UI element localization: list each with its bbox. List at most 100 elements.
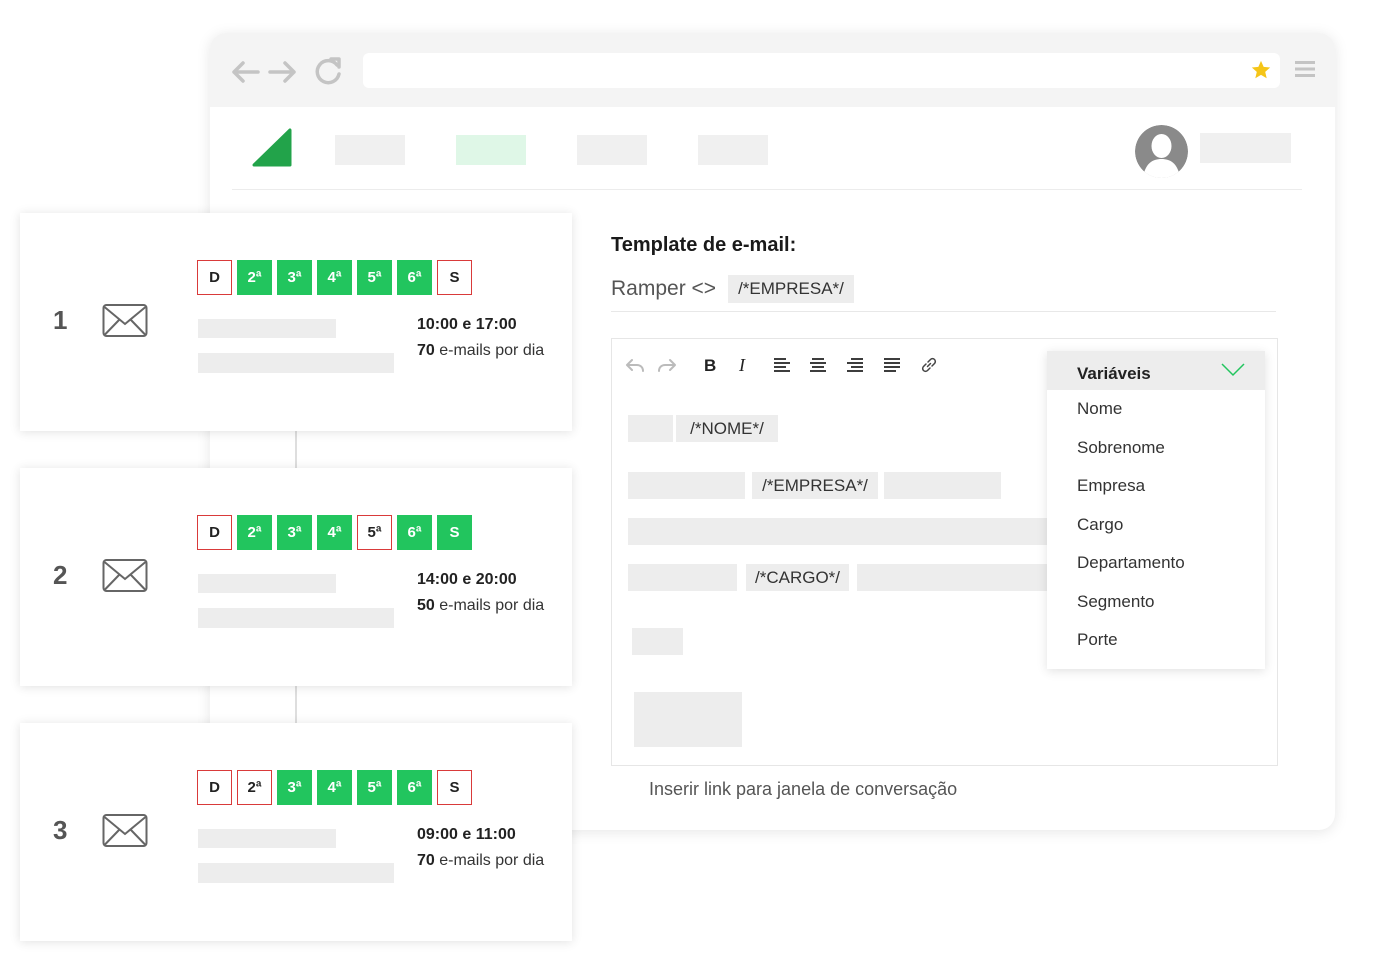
day-toggle[interactable]: 3ª bbox=[277, 770, 312, 805]
template-title: Template de e-mail: bbox=[611, 234, 797, 256]
day-toggle[interactable]: 2ª bbox=[237, 770, 272, 805]
hamburger-menu-icon[interactable] bbox=[1295, 59, 1315, 79]
cadence-step-card[interactable]: 3 D 2ª 3ª 4ª 5ª 6ª S 09:00 e 11:00 70 e-… bbox=[20, 723, 572, 941]
text-placeholder bbox=[884, 472, 1001, 499]
day-toggle[interactable]: 5ª bbox=[357, 260, 392, 295]
forward-arrow-icon[interactable] bbox=[266, 55, 300, 89]
envelope-icon bbox=[102, 559, 148, 592]
svg-text:I: I bbox=[738, 355, 746, 375]
nav-item-placeholder[interactable] bbox=[577, 135, 647, 165]
day-toggle[interactable]: S bbox=[437, 515, 472, 550]
bookmark-star-icon[interactable] bbox=[1250, 59, 1272, 81]
variable-option-segmento[interactable]: Segmento bbox=[1047, 583, 1265, 622]
italic-icon[interactable]: I bbox=[734, 355, 754, 375]
day-toggle[interactable]: 4ª bbox=[317, 770, 352, 805]
day-toggle[interactable]: 3ª bbox=[277, 260, 312, 295]
send-time-window: 09:00 e 11:00 bbox=[417, 826, 516, 843]
send-time-window: 14:00 e 20:00 bbox=[417, 571, 517, 588]
text-placeholder bbox=[198, 863, 394, 883]
link-icon[interactable] bbox=[919, 355, 939, 375]
app-logo-icon[interactable] bbox=[252, 128, 292, 168]
day-toggle[interactable]: 4ª bbox=[317, 260, 352, 295]
subject-variable-tag[interactable]: /*EMPRESA*/ bbox=[728, 275, 854, 303]
day-toggle[interactable]: S bbox=[437, 770, 472, 805]
text-placeholder bbox=[198, 829, 336, 848]
daily-volume-count: 50 bbox=[417, 597, 435, 614]
text-placeholder bbox=[628, 415, 673, 442]
subject-divider bbox=[611, 311, 1276, 312]
variable-tag-empresa[interactable]: /*EMPRESA*/ bbox=[752, 472, 878, 499]
daily-volume-label: e-mails por dia bbox=[434, 852, 545, 869]
chevron-down-icon[interactable] bbox=[1221, 363, 1245, 377]
variable-option-departamento[interactable]: Departamento bbox=[1047, 544, 1265, 583]
variable-option-sobrenome[interactable]: Sobrenome bbox=[1047, 429, 1265, 468]
day-toggle[interactable]: D bbox=[197, 770, 232, 805]
signature-placeholder bbox=[634, 692, 742, 747]
align-left-icon[interactable] bbox=[772, 355, 792, 375]
daily-volume-count: 70 bbox=[417, 342, 435, 359]
variable-option-nome[interactable]: Nome bbox=[1047, 390, 1265, 429]
day-toggle[interactable]: 5ª bbox=[357, 515, 392, 550]
undo-icon[interactable] bbox=[625, 355, 645, 375]
justify-icon[interactable] bbox=[882, 355, 902, 375]
send-time-window: 10:00 e 17:00 bbox=[417, 316, 517, 333]
day-toggle[interactable]: D bbox=[197, 515, 232, 550]
daily-volume: 50 e-mails por dia bbox=[417, 597, 544, 615]
text-placeholder bbox=[628, 472, 745, 499]
variables-dropdown-header[interactable]: Variáveis bbox=[1047, 351, 1265, 390]
day-toggle[interactable]: 3ª bbox=[277, 515, 312, 550]
variable-option-empresa[interactable]: Empresa bbox=[1047, 467, 1265, 506]
text-placeholder bbox=[628, 518, 1048, 545]
user-name-placeholder bbox=[1200, 133, 1291, 163]
day-toggle[interactable]: 5ª bbox=[357, 770, 392, 805]
text-placeholder bbox=[198, 608, 394, 628]
daily-volume-label: e-mails por dia bbox=[434, 597, 545, 614]
cadence-step-card[interactable]: 2 D 2ª 3ª 4ª 5ª 6ª S 14:00 e 20:00 50 e-… bbox=[20, 468, 572, 686]
weekday-selector: D 2ª 3ª 4ª 5ª 6ª S bbox=[197, 515, 472, 550]
align-right-icon[interactable] bbox=[845, 355, 865, 375]
variables-dropdown[interactable]: Variáveis Nome Sobrenome Empresa Cargo D… bbox=[1047, 351, 1265, 669]
text-placeholder bbox=[198, 319, 336, 338]
daily-volume: 70 e-mails por dia bbox=[417, 342, 544, 360]
variable-tag-nome[interactable]: /*NOME*/ bbox=[676, 415, 778, 442]
browser-toolbar bbox=[210, 33, 1335, 107]
back-arrow-icon[interactable] bbox=[228, 55, 262, 89]
step-connector bbox=[295, 686, 297, 723]
day-toggle[interactable]: 2ª bbox=[237, 260, 272, 295]
subject-line[interactable]: Ramper <> /*EMPRESA*/ bbox=[611, 275, 854, 303]
text-placeholder bbox=[628, 564, 737, 591]
variable-option-porte[interactable]: Porte bbox=[1047, 621, 1265, 660]
nav-item-placeholder[interactable] bbox=[698, 135, 768, 165]
day-toggle[interactable]: D bbox=[197, 260, 232, 295]
user-avatar-icon[interactable] bbox=[1135, 125, 1188, 178]
email-body-editor[interactable]: B I /*NOME*/ /*EMPRESA*/ /*CARGO*/ Variá… bbox=[611, 338, 1278, 766]
day-toggle[interactable]: 6ª bbox=[397, 770, 432, 805]
day-toggle[interactable]: 6ª bbox=[397, 260, 432, 295]
variable-option-cargo[interactable]: Cargo bbox=[1047, 506, 1265, 545]
text-placeholder bbox=[198, 353, 394, 373]
variables-dropdown-title: Variáveis bbox=[1077, 363, 1151, 383]
align-center-icon[interactable] bbox=[808, 355, 828, 375]
step-number: 1 bbox=[53, 305, 68, 335]
weekday-selector: D 2ª 3ª 4ª 5ª 6ª S bbox=[197, 260, 472, 295]
day-toggle[interactable]: S bbox=[437, 260, 472, 295]
bold-icon[interactable]: B bbox=[700, 355, 720, 375]
cadence-step-card[interactable]: 1 D 2ª 3ª 4ª 5ª 6ª S 10:00 e 17:00 70 e-… bbox=[20, 213, 572, 431]
daily-volume-label: e-mails por dia bbox=[434, 342, 545, 359]
address-bar[interactable] bbox=[363, 53, 1280, 88]
nav-item-active-placeholder[interactable] bbox=[456, 135, 526, 165]
insert-chat-link[interactable]: Inserir link para janela de conversação bbox=[649, 779, 957, 800]
reload-icon[interactable] bbox=[311, 55, 345, 89]
day-toggle[interactable]: 2ª bbox=[237, 515, 272, 550]
day-toggle[interactable]: 6ª bbox=[397, 515, 432, 550]
redo-icon[interactable] bbox=[657, 355, 677, 375]
step-connector bbox=[295, 431, 297, 468]
variable-tag-cargo[interactable]: /*CARGO*/ bbox=[746, 564, 849, 591]
text-placeholder bbox=[632, 628, 683, 655]
text-placeholder bbox=[857, 564, 1047, 591]
daily-volume-count: 70 bbox=[417, 852, 435, 869]
step-number: 3 bbox=[53, 815, 68, 845]
envelope-icon bbox=[102, 304, 148, 337]
nav-item-placeholder[interactable] bbox=[335, 135, 405, 165]
day-toggle[interactable]: 4ª bbox=[317, 515, 352, 550]
